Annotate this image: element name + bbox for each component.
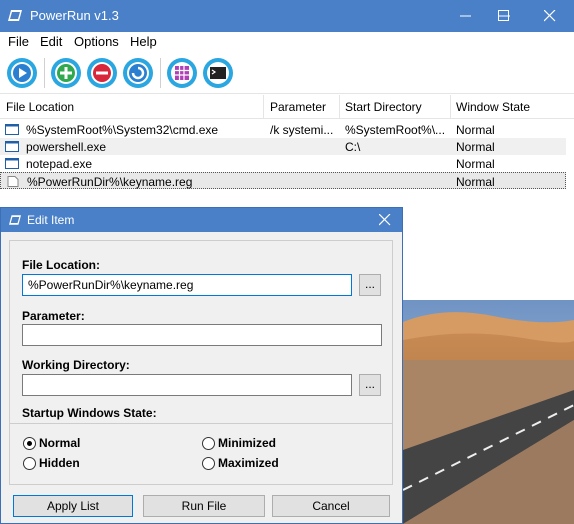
menu-bar: File Edit Options Help: [0, 32, 574, 52]
table-row[interactable]: powershell.exe C:\ Normal: [0, 138, 566, 155]
edit-panel: File Location: %PowerRunDir%\keyname.reg…: [9, 240, 393, 485]
cell-file-location: notepad.exe: [26, 157, 93, 171]
cell-window-state: Normal: [456, 123, 495, 137]
window-title: PowerRun v1.3: [30, 8, 119, 23]
item-list: File Location Parameter Start Directory …: [0, 95, 574, 209]
app-icon: [9, 215, 21, 225]
play-icon[interactable]: [5, 56, 39, 90]
cell-parameter: /k systemi...: [270, 123, 334, 137]
table-row[interactable]: %SystemRoot%\System32\cmd.exe /k systemi…: [0, 121, 566, 138]
close-window-button[interactable]: [527, 0, 573, 32]
radio-minimized-indicator: [202, 437, 215, 450]
cell-file-location: %PowerRunDir%\keyname.reg: [27, 175, 193, 189]
table-row[interactable]: notepad.exe Normal: [0, 155, 566, 172]
add-icon[interactable]: [49, 56, 83, 90]
remove-icon[interactable]: [85, 56, 119, 90]
parameter-label: Parameter:: [22, 309, 85, 323]
file-location-input[interactable]: %PowerRunDir%\keyname.reg: [22, 274, 352, 296]
menu-help[interactable]: Help: [130, 34, 157, 49]
file-icon: [7, 176, 19, 187]
divider: [10, 423, 392, 424]
column-start-directory[interactable]: Start Directory: [345, 100, 422, 114]
cell-window-state: Normal: [456, 175, 495, 189]
app-icon: [8, 10, 22, 21]
cell-window-state: Normal: [456, 140, 495, 154]
list-header: File Location Parameter Start Directory …: [0, 95, 574, 119]
radio-hidden-indicator: [23, 457, 36, 470]
dialog-title: Edit Item: [27, 213, 75, 227]
window-icon: [5, 124, 19, 135]
apply-list-button[interactable]: Apply List: [13, 495, 133, 517]
column-window-state[interactable]: Window State: [456, 100, 530, 114]
close-icon: [544, 10, 556, 22]
radio-maximized-label: Maximized: [218, 456, 279, 470]
desktop-wallpaper: [403, 300, 574, 524]
maximize-icon: [498, 10, 509, 21]
toolbar: [0, 52, 574, 94]
working-directory-label: Working Directory:: [22, 358, 130, 372]
column-file-location[interactable]: File Location: [6, 100, 74, 114]
cell-file-location: %SystemRoot%\System32\cmd.exe: [26, 123, 219, 137]
radio-normal-indicator: [23, 437, 36, 450]
cell-window-state: Normal: [456, 157, 495, 171]
radio-minimized-label: Minimized: [218, 436, 277, 450]
cell-file-location: powershell.exe: [26, 140, 107, 154]
radio-normal-label: Normal: [39, 436, 81, 450]
window-icon: [5, 141, 19, 152]
startup-state-label: Startup Windows State:: [22, 406, 157, 420]
run-file-button[interactable]: Run File: [143, 495, 265, 517]
edit-item-dialog: Edit Item File Location: %PowerRunDir%\k…: [0, 207, 403, 524]
cmd-icon[interactable]: [201, 56, 235, 90]
menu-edit[interactable]: Edit: [40, 34, 62, 49]
menu-file[interactable]: File: [8, 34, 29, 49]
menu-options[interactable]: Options: [74, 34, 119, 49]
cell-start-directory: %SystemRoot%\...: [345, 123, 446, 137]
working-directory-browse-button[interactable]: ...: [359, 374, 381, 396]
cell-start-directory: C:\: [345, 140, 361, 154]
table-row-selected[interactable]: %PowerRunDir%\keyname.reg Normal: [0, 172, 566, 189]
refresh-icon[interactable]: [121, 56, 155, 90]
toolbar-separator: [44, 58, 45, 88]
toolbar-separator: [160, 58, 161, 88]
column-parameter[interactable]: Parameter: [270, 100, 326, 114]
grid-icon[interactable]: [165, 56, 199, 90]
radio-maximized-indicator: [202, 457, 215, 470]
maximize-window-button[interactable]: [481, 0, 527, 32]
cancel-button[interactable]: Cancel: [272, 495, 390, 517]
close-icon: [379, 214, 391, 226]
working-directory-input[interactable]: [22, 374, 352, 396]
parameter-input[interactable]: [22, 324, 382, 346]
dialog-title-bar: Edit Item: [1, 208, 402, 232]
radio-hidden-label: Hidden: [39, 456, 80, 470]
file-location-browse-button[interactable]: ...: [359, 274, 381, 296]
window-icon: [5, 158, 19, 169]
file-location-label: File Location:: [22, 258, 100, 272]
minimize-icon: [460, 15, 471, 17]
dialog-close-button[interactable]: [368, 208, 402, 232]
